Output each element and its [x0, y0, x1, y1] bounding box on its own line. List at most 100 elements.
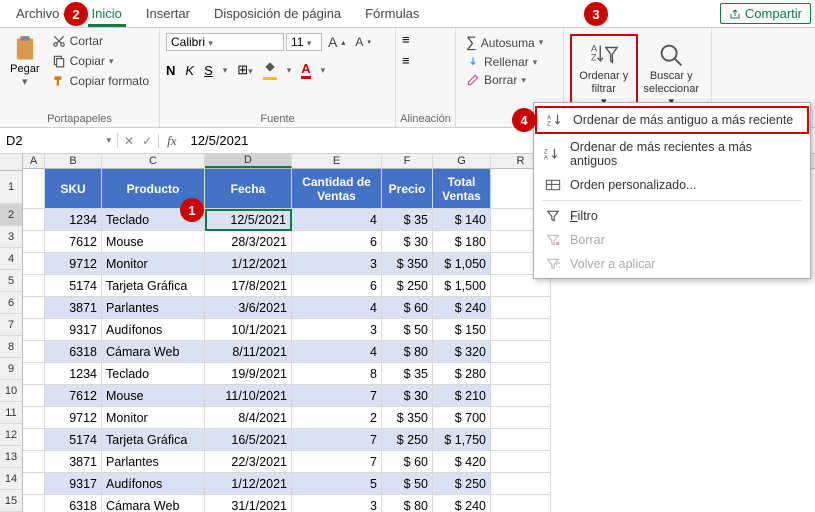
col-header[interactable]: F: [382, 154, 433, 168]
cell-precio[interactable]: $ 50: [382, 319, 433, 341]
row-header[interactable]: 3: [0, 226, 22, 248]
autosum-button[interactable]: ∑ Autosuma▾: [462, 32, 557, 53]
cell-cantidad[interactable]: 7: [292, 451, 382, 473]
cell-total[interactable]: $ 1,050: [433, 253, 491, 275]
cell[interactable]: [23, 169, 45, 209]
cell-producto[interactable]: Mouse: [102, 385, 205, 407]
row-header[interactable]: 12: [0, 424, 22, 446]
cell-fecha[interactable]: 17/8/2021: [205, 275, 292, 297]
cell[interactable]: [491, 297, 551, 319]
col-header[interactable]: D: [205, 154, 292, 168]
font-name-select[interactable]: Calibri ▾: [166, 33, 284, 51]
cell-sku[interactable]: 9317: [45, 319, 102, 341]
name-box[interactable]: D2 ▾: [0, 133, 118, 148]
fill-color-button[interactable]: [263, 60, 277, 80]
sort-custom-item[interactable]: Orden personalizado...: [534, 173, 810, 197]
paste-button[interactable]: Pegar ▾: [6, 35, 44, 88]
col-header[interactable]: C: [102, 154, 205, 168]
menu-insertar[interactable]: Insertar: [134, 2, 202, 25]
row-header[interactable]: 9: [0, 358, 22, 380]
cell[interactable]: [23, 363, 45, 385]
cell-cantidad[interactable]: 3: [292, 319, 382, 341]
cell-total[interactable]: $ 180: [433, 231, 491, 253]
cell-producto[interactable]: Monitor: [102, 253, 205, 275]
header-fecha[interactable]: Fecha: [205, 169, 292, 209]
col-header[interactable]: G: [433, 154, 491, 168]
sort-oldest-item[interactable]: AZ Ordenar de más antiguo a más reciente: [535, 106, 809, 134]
cell-fecha[interactable]: 22/3/2021: [205, 451, 292, 473]
cell[interactable]: [491, 385, 551, 407]
filter-item[interactable]: Filtro: [534, 204, 810, 228]
cell-sku[interactable]: 3871: [45, 297, 102, 319]
select-all-corner[interactable]: [0, 154, 22, 171]
cell-total[interactable]: $ 240: [433, 297, 491, 319]
cell[interactable]: [491, 429, 551, 451]
cell-precio[interactable]: $ 30: [382, 231, 433, 253]
row-header[interactable]: 14: [0, 468, 22, 490]
font-color-button[interactable]: A: [301, 61, 310, 79]
row-header[interactable]: 4: [0, 248, 22, 270]
cell-fecha[interactable]: 19/9/2021: [205, 363, 292, 385]
cell[interactable]: [23, 275, 45, 297]
fill-button[interactable]: Rellenar▾: [462, 53, 557, 71]
cell-total[interactable]: $ 150: [433, 319, 491, 341]
cell-sku[interactable]: 7612: [45, 231, 102, 253]
bold-button[interactable]: N: [166, 63, 175, 78]
align-left-button[interactable]: ≡: [402, 53, 410, 68]
cell-producto[interactable]: Audífonos: [102, 319, 205, 341]
cell-cantidad[interactable]: 2: [292, 407, 382, 429]
cell-precio[interactable]: $ 50: [382, 473, 433, 495]
cell-cantidad[interactable]: 5: [292, 473, 382, 495]
cell-precio[interactable]: $ 35: [382, 363, 433, 385]
format-painter-button[interactable]: Copiar formato: [48, 72, 153, 90]
cell[interactable]: [23, 495, 45, 512]
cell[interactable]: [491, 407, 551, 429]
cell-total[interactable]: $ 280: [433, 363, 491, 385]
cell[interactable]: [491, 363, 551, 385]
cell-sku[interactable]: 5174: [45, 275, 102, 297]
cell-precio[interactable]: $ 350: [382, 253, 433, 275]
cell-fecha[interactable]: 16/5/2021: [205, 429, 292, 451]
cell-producto[interactable]: Tarjeta Gráfica: [102, 275, 205, 297]
cell-sku[interactable]: 1234: [45, 363, 102, 385]
cell-sku[interactable]: 9712: [45, 407, 102, 429]
cell[interactable]: [23, 407, 45, 429]
row-header[interactable]: 5: [0, 270, 22, 292]
copy-button[interactable]: Copiar ▾: [48, 52, 153, 70]
cell-cantidad[interactable]: 4: [292, 297, 382, 319]
cell-total[interactable]: $ 140: [433, 209, 491, 231]
row-header[interactable]: 6: [0, 292, 22, 314]
cell-cantidad[interactable]: 3: [292, 495, 382, 512]
cell[interactable]: [491, 495, 551, 512]
cell-producto[interactable]: Audífonos: [102, 473, 205, 495]
clear-button[interactable]: Borrar▾: [462, 71, 557, 89]
underline-button[interactable]: S: [204, 63, 213, 78]
cancel-formula-button[interactable]: ✕: [124, 134, 134, 148]
cell-sku[interactable]: 3871: [45, 451, 102, 473]
cell-precio[interactable]: $ 250: [382, 429, 433, 451]
cell-producto[interactable]: Teclado: [102, 363, 205, 385]
cell-precio[interactable]: $ 250: [382, 275, 433, 297]
cell-cantidad[interactable]: 6: [292, 275, 382, 297]
cell-precio[interactable]: $ 60: [382, 297, 433, 319]
cell-sku[interactable]: 6318: [45, 341, 102, 363]
cell-precio[interactable]: $ 80: [382, 341, 433, 363]
cell-cantidad[interactable]: 6: [292, 231, 382, 253]
cell[interactable]: [23, 473, 45, 495]
font-size-select[interactable]: 11 ▾: [286, 33, 322, 51]
cell[interactable]: [491, 451, 551, 473]
cell-producto[interactable]: Parlantes: [102, 297, 205, 319]
cell-sku[interactable]: 7612: [45, 385, 102, 407]
share-button[interactable]: Compartir: [720, 3, 811, 24]
col-header[interactable]: B: [45, 154, 102, 168]
cell-total[interactable]: $ 1,750: [433, 429, 491, 451]
cell-fecha[interactable]: 31/1/2021: [205, 495, 292, 512]
cell-cantidad[interactable]: 3: [292, 253, 382, 275]
increase-font-button[interactable]: A▴: [324, 32, 349, 52]
header-precio[interactable]: Precio: [382, 169, 433, 209]
cell-producto[interactable]: Tarjeta Gráfica: [102, 429, 205, 451]
cell-sku[interactable]: 1234: [45, 209, 102, 231]
decrease-font-button[interactable]: A▾: [351, 33, 375, 51]
cell-cantidad[interactable]: 4: [292, 209, 382, 231]
cut-button[interactable]: Cortar: [48, 32, 153, 50]
